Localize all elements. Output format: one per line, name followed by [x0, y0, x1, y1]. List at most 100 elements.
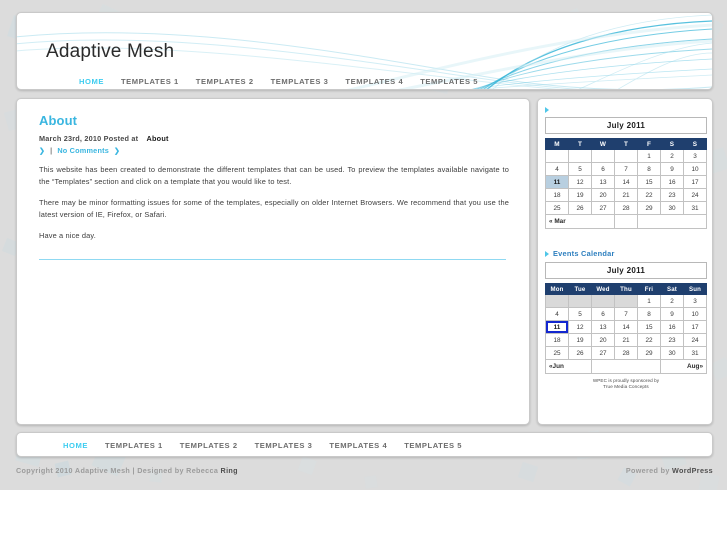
- events-day-cell[interactable]: 30: [660, 346, 684, 360]
- nav-item-templates-1[interactable]: TEMPLATES 1: [121, 77, 179, 86]
- events-day-cell[interactable]: 8: [637, 307, 661, 321]
- meta-separator: |: [50, 146, 53, 155]
- calendar-day-cell: [568, 149, 592, 163]
- calendar-day-cell[interactable]: 10: [683, 162, 707, 176]
- calendar-day-cell[interactable]: 20: [591, 188, 615, 202]
- events-day-cell[interactable]: 4: [545, 307, 569, 321]
- events-weekday-row: Mon Tue Wed Thu Fri Sat Sun: [545, 283, 707, 295]
- events-prev-month-link[interactable]: «Jun: [545, 359, 592, 374]
- calendar-day-cell[interactable]: 31: [683, 201, 707, 215]
- footer-nav-item-templates-3[interactable]: TEMPLATES 3: [255, 441, 313, 450]
- events-next-month-link[interactable]: Aug»: [660, 359, 707, 374]
- calendar-day-cell[interactable]: 28: [614, 201, 638, 215]
- events-day-cell[interactable]: 24: [683, 333, 707, 347]
- calendar-next-month-link[interactable]: [637, 214, 707, 229]
- calendar-day-cell[interactable]: 6: [591, 162, 615, 176]
- events-day-cell[interactable]: 2: [660, 294, 684, 308]
- footer-nav-item-home[interactable]: HOME: [63, 441, 88, 450]
- calendar-day-cell[interactable]: 21: [614, 188, 638, 202]
- nav-item-templates-3[interactable]: TEMPLATES 3: [271, 77, 329, 86]
- events-day-cell[interactable]: 17: [683, 320, 707, 334]
- events-day-cell: [591, 294, 615, 308]
- nav-item-templates-2[interactable]: TEMPLATES 2: [196, 77, 254, 86]
- events-calendar-table[interactable]: Mon Tue Wed Thu Fri Sat Sun 1 2 3 4 5 6 …: [545, 283, 707, 374]
- calendar-day-cell[interactable]: 29: [637, 201, 661, 215]
- events-day-cell[interactable]: 18: [545, 333, 569, 347]
- calendar-day-cell[interactable]: 15: [637, 175, 661, 189]
- events-day-cell[interactable]: 26: [568, 346, 592, 360]
- calendar-day-cell[interactable]: 26: [568, 201, 592, 215]
- calendar-day-cell[interactable]: 19: [568, 188, 592, 202]
- events-day-cell[interactable]: 16: [660, 320, 684, 334]
- calendar-day-cell[interactable]: 8: [637, 162, 661, 176]
- calendar-day-cell[interactable]: 17: [683, 175, 707, 189]
- events-day-cell[interactable]: 10: [683, 307, 707, 321]
- nav-item-home[interactable]: HOME: [79, 77, 104, 86]
- calendar-day-cell[interactable]: 30: [660, 201, 684, 215]
- events-day-cell[interactable]: 22: [637, 333, 661, 347]
- calendar-weekday-6: S: [683, 138, 707, 150]
- events-day-cell[interactable]: 3: [683, 294, 707, 308]
- events-day-cell[interactable]: 6: [591, 307, 615, 321]
- calendar-day-cell[interactable]: 27: [591, 201, 615, 215]
- calendar-day-cell[interactable]: 1: [637, 149, 661, 163]
- events-day-cell[interactable]: 27: [591, 346, 615, 360]
- calendar-prev-month-link[interactable]: « Mar: [545, 214, 615, 229]
- events-day-today[interactable]: 11: [545, 320, 569, 334]
- calendar-day-cell[interactable]: 3: [683, 149, 707, 163]
- post-meta: March 23rd, 2010 Posted at About: [39, 134, 509, 143]
- footer-nav-item-templates-1[interactable]: TEMPLATES 1: [105, 441, 163, 450]
- events-day-cell[interactable]: 29: [637, 346, 661, 360]
- footer-copyright-text: Copyright 2010 Adaptive Mesh | Designed …: [16, 466, 221, 475]
- events-day-cell[interactable]: 19: [568, 333, 592, 347]
- footer-nav-item-templates-4[interactable]: TEMPLATES 4: [329, 441, 387, 450]
- calendar-day-cell[interactable]: 16: [660, 175, 684, 189]
- calendar-day-cell[interactable]: 22: [637, 188, 661, 202]
- calendar-day-cell: [614, 149, 638, 163]
- nav-item-templates-4[interactable]: TEMPLATES 4: [345, 77, 403, 86]
- footer-nav-item-templates-5[interactable]: TEMPLATES 5: [404, 441, 462, 450]
- nav-item-templates-5[interactable]: TEMPLATES 5: [420, 77, 478, 86]
- events-day-cell[interactable]: 13: [591, 320, 615, 334]
- events-weekday-5: Sat: [660, 283, 684, 295]
- events-day-cell[interactable]: 23: [660, 333, 684, 347]
- calendar-day-cell[interactable]: 2: [660, 149, 684, 163]
- calendar-day-cell[interactable]: 7: [614, 162, 638, 176]
- post-comments-link[interactable]: No Comments: [57, 146, 109, 155]
- calendar-day-cell[interactable]: 14: [614, 175, 638, 189]
- events-day-cell[interactable]: 14: [614, 320, 638, 334]
- events-day-cell[interactable]: 20: [591, 333, 615, 347]
- events-day-cell[interactable]: 7: [614, 307, 638, 321]
- calendar-day-cell[interactable]: 23: [660, 188, 684, 202]
- footer-designer-name[interactable]: Ring: [221, 466, 238, 475]
- calendar-day-cell[interactable]: 5: [568, 162, 592, 176]
- calendar-weekday-5: S: [660, 138, 684, 150]
- footer-nav-item-templates-2[interactable]: TEMPLATES 2: [180, 441, 238, 450]
- events-day-cell[interactable]: 28: [614, 346, 638, 360]
- events-day-cell[interactable]: 5: [568, 307, 592, 321]
- events-nav-spacer: [591, 359, 661, 374]
- events-day-cell[interactable]: 25: [545, 346, 569, 360]
- events-weekday-1: Tue: [568, 283, 592, 295]
- calendar-nav-row: « Mar: [545, 214, 707, 229]
- calendar-day-cell[interactable]: 18: [545, 188, 569, 202]
- calendar-day-cell[interactable]: 25: [545, 201, 569, 215]
- footer-wordpress-link[interactable]: WordPress: [672, 466, 713, 475]
- calendar-table[interactable]: M T W T F S S 1 2 3 4 5 6 7 8 9 10 11 12…: [545, 138, 707, 229]
- events-day-cell[interactable]: 21: [614, 333, 638, 347]
- calendar-day-cell[interactable]: 24: [683, 188, 707, 202]
- calendar-day-cell[interactable]: 4: [545, 162, 569, 176]
- events-day-cell[interactable]: 31: [683, 346, 707, 360]
- events-day-cell[interactable]: 15: [637, 320, 661, 334]
- calendar-day-cell: [591, 149, 615, 163]
- calendar-day-cell[interactable]: 9: [660, 162, 684, 176]
- events-day-cell[interactable]: 1: [637, 294, 661, 308]
- content-divider: [39, 259, 506, 260]
- calendar-day-today[interactable]: 11: [545, 175, 569, 189]
- post-about: About March 23rd, 2010 Posted at About ❯…: [39, 113, 509, 251]
- events-day-cell[interactable]: 12: [568, 320, 592, 334]
- calendar-day-cell[interactable]: 12: [568, 175, 592, 189]
- post-category[interactable]: About: [147, 134, 169, 143]
- calendar-day-cell[interactable]: 13: [591, 175, 615, 189]
- events-day-cell[interactable]: 9: [660, 307, 684, 321]
